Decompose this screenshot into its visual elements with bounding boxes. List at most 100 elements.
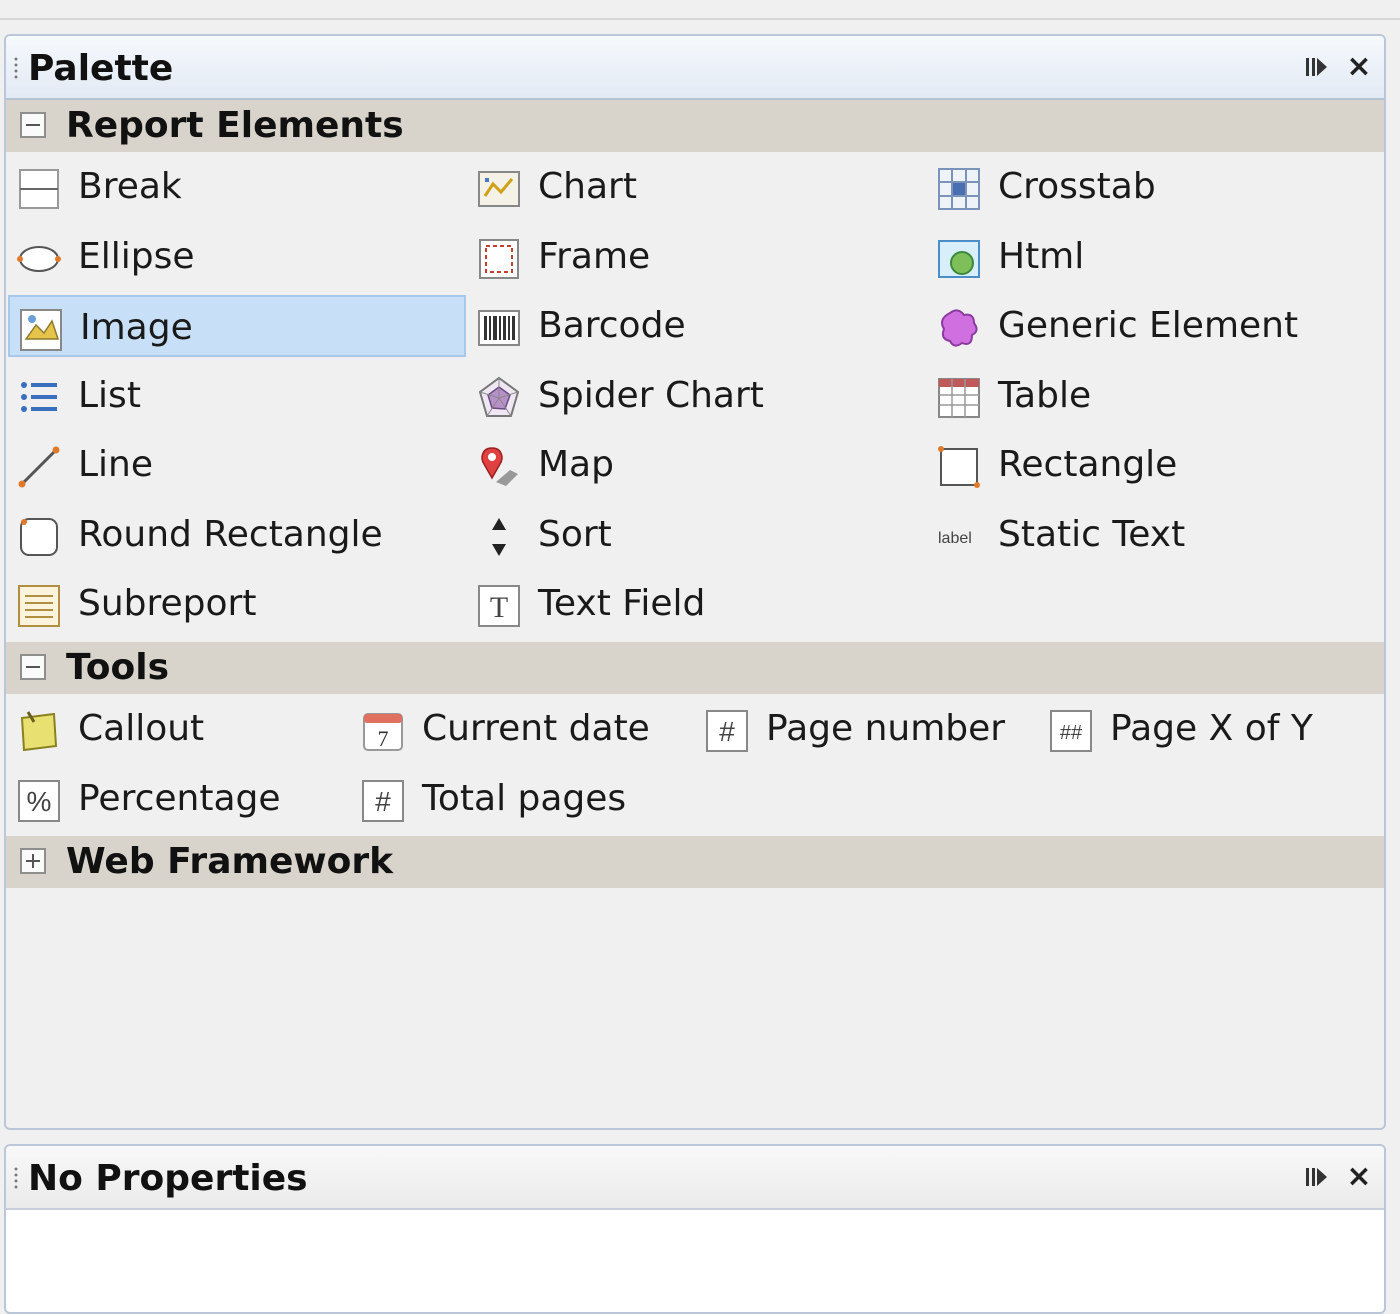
- palette-item-label: Image: [80, 307, 193, 348]
- ellipse-icon: [17, 245, 61, 272]
- collapse-icon[interactable]: [20, 654, 46, 680]
- frame-icon: [479, 238, 519, 279]
- palette-item-ellipse[interactable]: Ellipse: [8, 226, 466, 288]
- palette-item-static-text[interactable]: label Static Text: [928, 504, 1384, 566]
- palette-item-label: List: [78, 374, 141, 416]
- palette-item-map[interactable]: Map: [468, 434, 926, 496]
- properties-title: No Properties: [28, 1158, 308, 1199]
- image-icon: [20, 309, 62, 351]
- chart-icon: [478, 171, 520, 207]
- top-separator: [0, 0, 1400, 20]
- drag-grip-icon[interactable]: [14, 1166, 18, 1190]
- report-elements-grid: Break Chart Crosstab Ellipse Frame Html Image B…: [6, 152, 1384, 642]
- list-icon: [21, 381, 57, 412]
- palette-item-sort[interactable]: Sort: [468, 504, 926, 566]
- palette-item-label: Page X of Y: [1110, 708, 1313, 749]
- palette-item-callout[interactable]: Callout: [8, 698, 348, 760]
- palette-item-break[interactable]: Break: [8, 156, 466, 218]
- palette-item-spider-chart[interactable]: Spider Chart: [468, 365, 926, 427]
- close-palette-button[interactable]: ×: [1346, 52, 1372, 82]
- palette-item-label: Sort: [538, 513, 612, 555]
- palette-item-label: Barcode: [538, 305, 686, 346]
- spider-chart-icon: [478, 376, 520, 417]
- properties-titlebar[interactable]: No Properties ×: [6, 1146, 1384, 1210]
- palette-item-line[interactable]: Line: [8, 434, 466, 496]
- palette-item-html[interactable]: Html: [928, 226, 1384, 288]
- palette-item-text-field[interactable]: T Text Field: [468, 573, 926, 635]
- tools-grid: Callout 7 Current date # Page number ## Page X…: [6, 694, 1384, 836]
- collapse-icon[interactable]: [20, 112, 46, 138]
- palette-item-label: Total pages: [422, 778, 627, 819]
- sort-icon: [492, 517, 506, 556]
- palette-item-percentage[interactable]: % Percentage: [8, 768, 348, 830]
- close-properties-button[interactable]: ×: [1346, 1162, 1372, 1192]
- palette-item-label: Break: [78, 166, 182, 207]
- expand-icon[interactable]: [20, 848, 46, 874]
- palette-item-generic-element[interactable]: Generic Element: [928, 295, 1384, 357]
- palette-item-label: Spider Chart: [538, 374, 764, 416]
- static-text-icon: label: [938, 530, 972, 547]
- palette-item-label: Generic Element: [998, 305, 1299, 346]
- palette-item-total-pages[interactable]: # Total pages: [352, 768, 692, 830]
- palette-item-frame[interactable]: Frame: [468, 226, 926, 288]
- palette-item-label: Table: [998, 374, 1092, 416]
- palette-titlebar[interactable]: Palette ×: [6, 36, 1384, 100]
- palette-item-current-date[interactable]: 7 Current date: [352, 698, 692, 760]
- category-tools[interactable]: Tools: [6, 642, 1384, 694]
- palette-item-label: Ellipse: [78, 235, 195, 277]
- palette-item-label: Text Field: [538, 583, 706, 624]
- svg-text:label: label: [938, 530, 972, 547]
- line-icon: [18, 446, 60, 488]
- palette-item-label: Subreport: [78, 583, 257, 624]
- palette-title: Palette: [28, 48, 174, 89]
- palette-item-label: Rectangle: [998, 444, 1178, 485]
- palette-item-list[interactable]: List: [8, 365, 466, 427]
- palette-item-page-number[interactable]: # Page number: [696, 698, 1036, 760]
- svg-text:7: 7: [378, 726, 389, 751]
- barcode-icon: [478, 310, 520, 346]
- palette-item-barcode[interactable]: Barcode: [468, 295, 926, 357]
- palette-item-rectangle[interactable]: Rectangle: [928, 434, 1384, 496]
- palette-item-page-x-of-y[interactable]: ## Page X of Y: [1040, 698, 1380, 760]
- category-label: Tools: [66, 647, 170, 688]
- palette-item-label: Round Rectangle: [78, 513, 383, 555]
- palette-item-label: Static Text: [998, 513, 1186, 555]
- palette-item-label: Percentage: [78, 778, 281, 819]
- drag-grip-icon[interactable]: [14, 56, 18, 80]
- category-web-framework[interactable]: Web Framework: [6, 836, 1384, 888]
- category-label: Web Framework: [66, 841, 394, 882]
- palette-item-label: Crosstab: [998, 166, 1156, 207]
- palette-item-image[interactable]: Image: [8, 295, 466, 357]
- total-pages-icon: #: [362, 780, 404, 822]
- calendar-icon: 7: [363, 713, 403, 751]
- palette-item-label: Map: [538, 444, 614, 485]
- svg-text:#: #: [719, 716, 735, 747]
- page-number-icon: #: [706, 710, 748, 752]
- minimize-window-icon[interactable]: [1304, 1164, 1330, 1190]
- minimize-window-icon[interactable]: [1304, 54, 1330, 80]
- palette-item-subreport[interactable]: Subreport: [8, 573, 466, 635]
- palette-item-round-rectangle[interactable]: Round Rectangle: [8, 504, 466, 566]
- palette-item-label: Chart: [538, 166, 637, 207]
- svg-text:%: %: [27, 786, 52, 817]
- table-icon: [938, 377, 980, 418]
- percentage-icon: %: [18, 780, 60, 822]
- crosstab-icon: [938, 168, 980, 210]
- map-icon: [481, 447, 518, 486]
- palette-empty-area: [6, 888, 1384, 1128]
- palette-item-table[interactable]: Table: [928, 365, 1384, 427]
- palette-item-label: Page number: [766, 708, 1006, 749]
- palette-item-label: Callout: [78, 708, 205, 749]
- category-label: Report Elements: [66, 105, 404, 146]
- palette-item-crosstab[interactable]: Crosstab: [928, 156, 1384, 218]
- properties-window: No Properties ×: [4, 1144, 1386, 1314]
- palette-window: Palette × Report Elements Break Chart Cros…: [4, 34, 1386, 1130]
- callout-icon: [20, 711, 58, 752]
- svg-text:T: T: [490, 591, 508, 624]
- round-rectangle-icon: [20, 517, 58, 556]
- palette-item-label: Frame: [538, 235, 651, 277]
- html-icon: [938, 239, 980, 278]
- category-report-elements[interactable]: Report Elements: [6, 100, 1384, 152]
- text-field-icon: T: [478, 585, 520, 627]
- palette-item-chart[interactable]: Chart: [468, 156, 926, 218]
